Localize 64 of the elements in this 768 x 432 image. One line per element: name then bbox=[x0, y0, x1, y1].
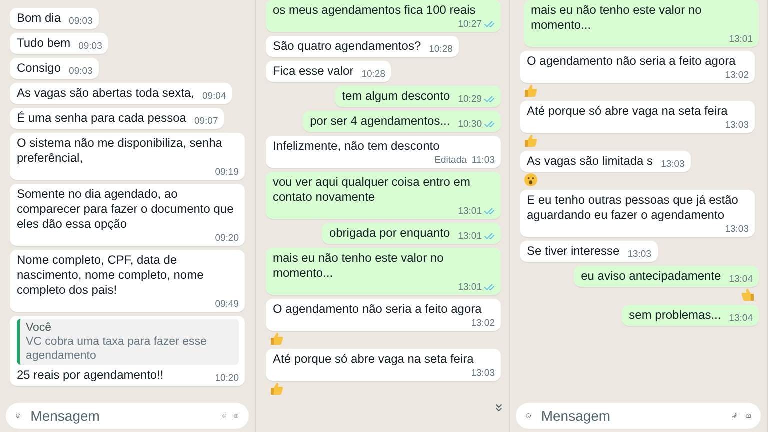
message-text: E eu tenho outras pessoas que já estão aguardando eu fazer o agendamento bbox=[527, 193, 740, 223]
message-text: As vagas são limitada s bbox=[527, 154, 654, 169]
message-text: os meus agendamentos fica 100 reais bbox=[273, 3, 476, 18]
message-time: 09:03 bbox=[69, 16, 93, 27]
message-time: 13:02 bbox=[471, 318, 495, 329]
message-time: 10:28 bbox=[362, 69, 386, 80]
message-time: 11:03 bbox=[472, 155, 495, 166]
message-time: 09:49 bbox=[215, 299, 239, 310]
message-time: 13:02 bbox=[725, 70, 749, 81]
message-time: 10:28 bbox=[429, 44, 453, 55]
message-time: 13:03 bbox=[471, 368, 495, 379]
message-input[interactable]: Mensagem bbox=[539, 407, 724, 425]
quote-author: Você bbox=[26, 321, 53, 335]
message-time: 10:29 bbox=[458, 94, 482, 105]
message-text: São quatro agendamentos? bbox=[273, 39, 422, 54]
message-input-bar[interactable]: Mensagem bbox=[6, 403, 249, 429]
message-time: 13:01 bbox=[458, 231, 482, 242]
message-time: 09:07 bbox=[194, 116, 218, 127]
message-text: eu aviso antecipadamente bbox=[581, 269, 722, 284]
message-time: 13:03 bbox=[725, 120, 749, 131]
message-time: 13:01 bbox=[729, 34, 753, 45]
message-time: 10:27 bbox=[458, 19, 482, 30]
message-text: O agendamento não seria a feito agora bbox=[273, 302, 482, 317]
message-text: vou ver aqui qualquer coisa entro em contato novamente bbox=[273, 175, 472, 205]
message-text: tem algum desconto bbox=[342, 89, 450, 104]
scroll-down-icon[interactable] bbox=[493, 402, 505, 414]
message-time: 10:30 bbox=[458, 119, 482, 130]
quote-text: VC cobra uma taxa para fazer esse agendamento bbox=[26, 335, 208, 363]
message-time: 09:04 bbox=[202, 91, 226, 102]
message-input[interactable]: Mensagem bbox=[28, 407, 214, 425]
message-text: mais eu não tenho este valor no momento... bbox=[273, 251, 445, 281]
message-text: Fica esse valor bbox=[273, 64, 354, 79]
edited-label: Editada bbox=[434, 155, 467, 166]
message-time: 09:19 bbox=[215, 167, 239, 178]
message-text: O agendamento não seria a feito agora bbox=[527, 54, 736, 69]
message-text: Tudo bem bbox=[17, 36, 71, 51]
message-text: Bom dia bbox=[17, 11, 62, 26]
message-text: As vagas são abertas toda sexta, bbox=[17, 86, 194, 101]
message-time: 09:20 bbox=[215, 233, 239, 244]
message-text: Se tiver interesse bbox=[527, 244, 620, 259]
message-input-bar[interactable]: Mensagem bbox=[516, 403, 761, 429]
message-text: mais eu não tenho este valor no momento... bbox=[531, 3, 703, 33]
message-time: 10:20 bbox=[215, 373, 239, 384]
message-text: Até porque só abre vaga na seta feira bbox=[527, 104, 728, 119]
message-text: sem problemas... bbox=[629, 308, 722, 323]
message-text: Nome completo, CPF, data de nascimento, nome completo, nome completo dos pais! bbox=[17, 253, 205, 298]
message-time: 13:01 bbox=[458, 206, 482, 217]
message-text: É uma senha para cada pessoa bbox=[17, 111, 186, 126]
message-text: obrigada por enquanto bbox=[329, 226, 450, 241]
message-time: 09:03 bbox=[69, 66, 93, 77]
message-time: 13:04 bbox=[729, 313, 753, 324]
message-time: 13:03 bbox=[661, 159, 685, 170]
message-time: 09:03 bbox=[78, 41, 102, 52]
message-text: Infelizmente, não tem desconto bbox=[273, 139, 440, 154]
message-time: 13:01 bbox=[458, 282, 482, 293]
message-text: O sistema não me disponibiliza, senha preferêncial, bbox=[17, 136, 224, 166]
message-time: 13:03 bbox=[628, 249, 652, 260]
message-time: 13:03 bbox=[725, 224, 749, 235]
message-text: 25 reais por agendamento!! bbox=[17, 368, 164, 383]
message-text: Até porque só abre vaga na seta feira bbox=[273, 352, 474, 367]
message-text: Somente no dia agendado, ao comparecer para fazer o documento que eles dão essa opção bbox=[17, 187, 235, 232]
message-text: por ser 4 agendamentos... bbox=[310, 114, 450, 129]
message-time: 13:04 bbox=[729, 274, 753, 285]
message-text: Consigo bbox=[17, 61, 62, 76]
